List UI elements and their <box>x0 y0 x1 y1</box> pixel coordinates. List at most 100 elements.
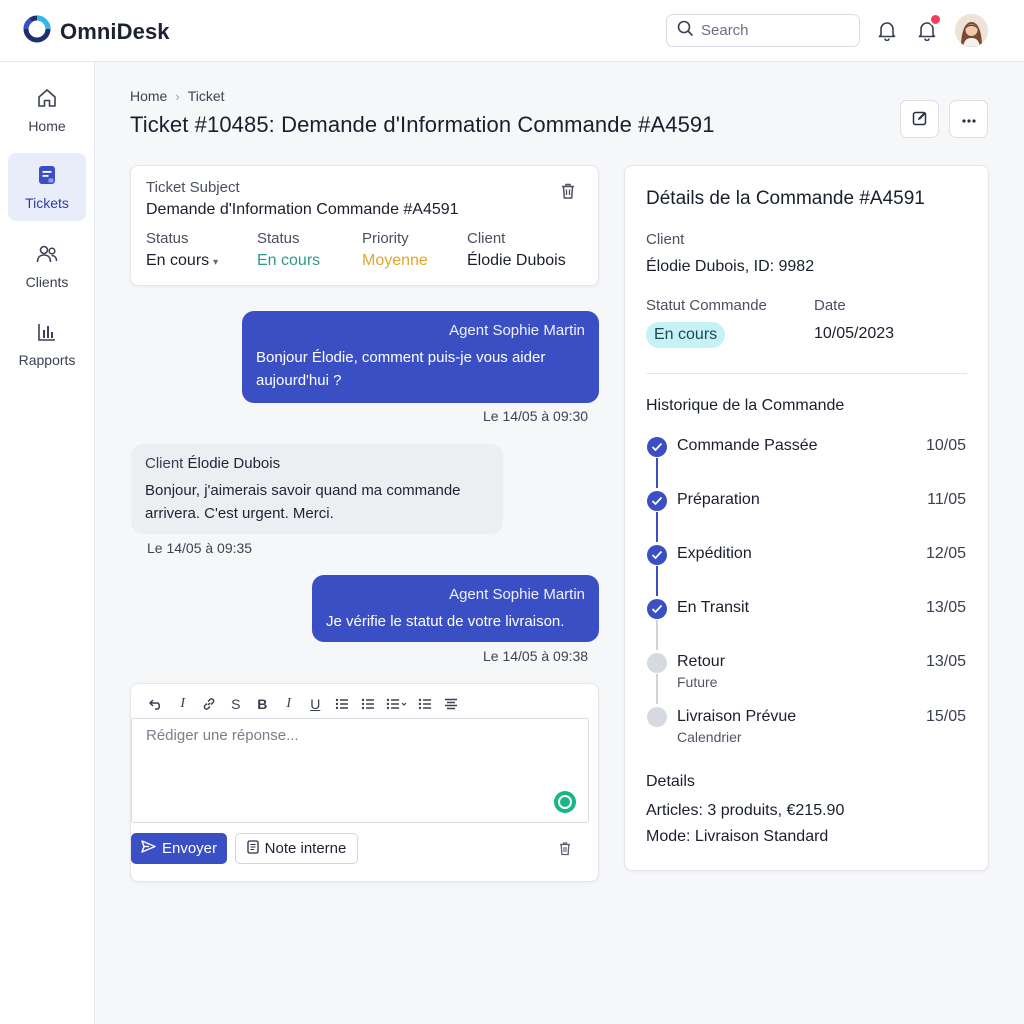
search-icon <box>677 20 693 41</box>
sidebar-item-label: Clients <box>25 273 69 290</box>
timeline-date: 11/05 <box>927 491 966 508</box>
message-agent: Agent Sophie Martin Bonjour Élodie, comm… <box>242 311 599 403</box>
message-author: Client Élodie Dubois <box>145 452 489 475</box>
pending-circle-icon <box>647 653 667 673</box>
timeline-date: 12/05 <box>925 545 966 562</box>
send-label: Envoyer <box>161 840 218 857</box>
numbered-list-icon[interactable] <box>355 694 382 714</box>
underline-icon[interactable]: U <box>302 694 329 714</box>
sidebar-item-clients[interactable]: Clients <box>8 232 86 300</box>
subject-value: Demande d'Information Commande #A4591 <box>146 201 459 218</box>
note-icon <box>246 839 259 858</box>
client-value: Élodie Dubois <box>467 252 566 269</box>
details-title: Details <box>646 773 695 790</box>
meta-status-select[interactable]: Status En cours ▾ <box>146 230 218 270</box>
meta-label: Client <box>467 230 506 247</box>
divider <box>646 373 967 374</box>
sidebar-item-label: Tickets <box>25 194 69 211</box>
message-text: Je vérifie le statut de votre livraison. <box>326 613 565 630</box>
author-name: Élodie Dubois <box>187 455 281 472</box>
timeline-label: Expédition <box>677 545 752 562</box>
trash-icon[interactable] <box>559 182 577 205</box>
timeline-date: 13/05 <box>925 599 966 616</box>
timeline-connector <box>656 620 658 650</box>
notification-badge <box>929 13 942 26</box>
app-name: OmniDesk <box>60 18 170 44</box>
order-client-label: Client <box>646 231 685 248</box>
editor-toolbar: I S B I U <box>143 694 465 714</box>
sidebar-item-tickets[interactable]: Tickets <box>8 153 86 221</box>
meta-status: Status En cours <box>257 230 320 270</box>
discard-trash-icon[interactable] <box>558 841 572 861</box>
breadcrumb-current: Ticket <box>187 88 225 104</box>
sidebar: Home Tickets Clients Rapports <box>0 62 95 1024</box>
message-text: Bonjour Élodie, comment puis-je vous aid… <box>256 349 546 389</box>
timeline-date: 13/05 <box>925 653 966 670</box>
indent-icon[interactable] <box>412 694 439 714</box>
order-status-label: Statut Commande <box>646 297 767 314</box>
timeline-date: 10/05 <box>925 437 966 454</box>
timeline-label: Livraison Prévue <box>677 708 797 725</box>
order-details-panel: Détails de la Commande #A4591 Client Élo… <box>624 165 989 871</box>
check-circle-icon <box>647 599 667 619</box>
send-button[interactable]: Envoyer <box>131 833 227 864</box>
message-timestamp: Le 14/05 à 09:35 <box>147 540 253 556</box>
more-options-button[interactable] <box>949 100 988 138</box>
search-box[interactable] <box>666 14 860 47</box>
bold-icon[interactable]: B <box>249 694 276 714</box>
message-timestamp: Le 14/05 à 09:38 <box>483 648 589 664</box>
timeline-connector <box>656 674 658 704</box>
page-title: Ticket #10485: Demande d'Information Com… <box>130 112 715 137</box>
link-icon[interactable] <box>196 694 223 714</box>
meta-priority: Priority Moyenne <box>362 230 428 270</box>
reply-composer: I S B I U Envoyer Note interne <box>130 683 599 882</box>
check-circle-icon <box>647 437 667 457</box>
sidebar-item-home[interactable]: Home <box>8 76 86 144</box>
breadcrumb: Home › Ticket <box>130 88 225 104</box>
edit-icon <box>912 110 928 129</box>
author-prefix: Client <box>145 455 184 472</box>
timeline-date: 15/05 <box>925 708 966 725</box>
meta-label: Status <box>146 230 189 247</box>
italic-icon[interactable]: I <box>276 694 303 714</box>
reply-input[interactable] <box>132 719 588 822</box>
meta-client: Client Élodie Dubois <box>467 230 566 270</box>
reply-editor[interactable] <box>131 718 589 823</box>
align-icon[interactable] <box>438 694 465 714</box>
internal-note-button[interactable]: Note interne <box>235 833 358 864</box>
message-author: Agent Sophie Martin <box>449 586 585 603</box>
timeline-sublabel: Calendrier <box>677 729 742 745</box>
timeline-connector <box>656 512 658 542</box>
check-circle-icon <box>647 491 667 511</box>
search-input[interactable] <box>701 22 841 39</box>
grammar-check-icon[interactable] <box>554 791 576 813</box>
brand[interactable]: OmniDesk <box>22 14 170 49</box>
order-status-badge: En cours <box>646 322 726 348</box>
message-text: Bonjour, j'aimerais savoir quand ma comm… <box>145 482 461 522</box>
status-value: En cours <box>146 252 210 269</box>
breadcrumb-home[interactable]: Home <box>130 88 167 104</box>
status-badge: En cours <box>257 252 321 269</box>
caret-icon: ▾ <box>213 257 219 268</box>
check-circle-icon <box>647 545 667 565</box>
order-date-value: 10/05/2023 <box>814 325 895 342</box>
italic-icon[interactable]: I <box>170 694 197 714</box>
timeline-label: Retour <box>677 653 726 670</box>
sidebar-item-rapports[interactable]: Rapports <box>8 310 86 378</box>
undo-icon[interactable] <box>143 694 170 714</box>
strikethrough-icon[interactable]: S <box>223 694 250 714</box>
users-icon <box>35 243 59 268</box>
bell-icon[interactable] <box>876 19 898 46</box>
user-avatar[interactable] <box>955 14 988 47</box>
top-bar: OmniDesk <box>0 0 1024 62</box>
priority-value: Moyenne <box>362 252 428 269</box>
details-mode: Mode: Livraison Standard <box>646 828 829 845</box>
message-timestamp: Le 14/05 à 09:30 <box>483 408 589 424</box>
list-dropdown-icon[interactable] <box>382 694 412 714</box>
meta-label: Status <box>257 230 300 247</box>
send-icon <box>141 840 156 857</box>
order-date-label: Date <box>814 297 846 314</box>
edit-button[interactable] <box>900 100 939 138</box>
bullet-list-icon[interactable] <box>329 694 356 714</box>
message-agent: Agent Sophie Martin Je vérifie le statut… <box>312 575 599 642</box>
